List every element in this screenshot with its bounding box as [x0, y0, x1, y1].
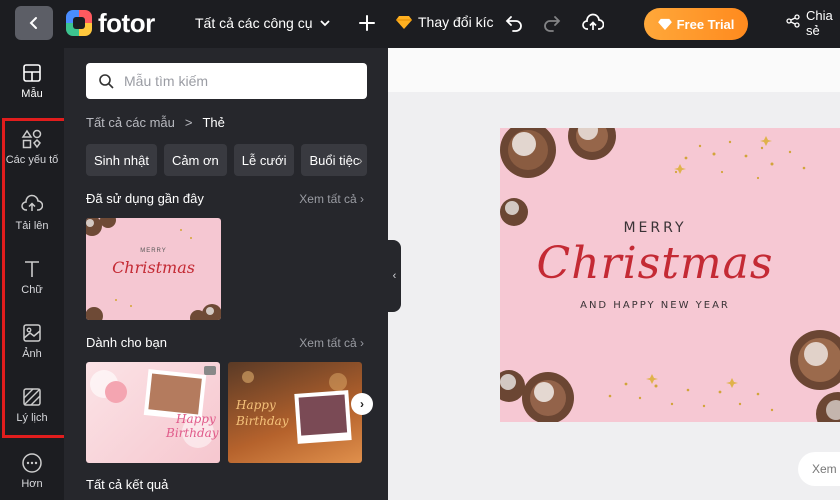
thumb-christmas-line1: MERRY	[140, 248, 167, 254]
rail-item-more[interactable]: Hơn	[0, 452, 64, 490]
redo-icon[interactable]	[542, 13, 562, 33]
share-button[interactable]: Chia sẻ	[786, 8, 833, 38]
workspace-toolbar	[388, 48, 840, 92]
category-chips: Sinh nhật Cảm ơn Lễ cưới Buổi tiệc	[86, 144, 368, 176]
diamond-icon	[396, 16, 412, 29]
chip-wedding[interactable]: Lễ cưới	[233, 144, 295, 176]
share-label-line2: sẻ	[806, 23, 820, 38]
chip-thank-you[interactable]: Cảm ơn	[163, 144, 227, 176]
share-label-line1: Chia	[806, 8, 833, 23]
template-thumb-birthday-2[interactable]: Happy Birthday	[228, 362, 362, 463]
add-icon[interactable]	[356, 12, 378, 34]
for-you-title: Dành cho bạn	[86, 335, 167, 350]
pinecone-top-left	[500, 128, 616, 226]
for-you-see-all-label: Xem tất cả	[299, 336, 357, 350]
for-you-see-all-link[interactable]: Xem tất cả ›	[299, 336, 364, 350]
all-tools-menu[interactable]: Tất cả các công cụ	[195, 15, 331, 31]
rail-highlight-box	[2, 118, 68, 438]
cloud-upload-icon[interactable]	[582, 12, 604, 34]
search-box[interactable]	[86, 63, 367, 99]
undo-icon[interactable]	[504, 13, 524, 33]
breadcrumb-separator: >	[184, 115, 193, 130]
resize-button[interactable]: Thay đổi kíc	[396, 14, 493, 30]
all-results-title: Tất cả kết quả	[86, 477, 169, 492]
more-icon	[22, 453, 42, 473]
rail-label-more: Hơn	[21, 478, 43, 490]
fotor-logo[interactable]: fotor	[66, 10, 155, 36]
rail-item-templates[interactable]: Mẫu	[0, 62, 64, 100]
fotor-logo-icon	[66, 10, 92, 36]
recent-see-all-label: Xem tất cả	[299, 192, 357, 206]
breadcrumb-root[interactable]: Tất cả các mẫu	[86, 115, 175, 130]
canvas-text-merry[interactable]: MERRY	[500, 220, 810, 236]
canvas-text-christmas[interactable]: Christmas	[500, 238, 810, 289]
chevron-down-icon	[319, 20, 330, 27]
all-tools-label: Tất cả các công cụ	[195, 15, 313, 31]
breadcrumb: Tất cả các mẫu > Thẻ	[86, 115, 225, 130]
panel-collapse-handle[interactable]: ‹	[388, 240, 401, 312]
canvas-text-new-year[interactable]: AND HAPPY NEW YEAR	[500, 300, 810, 311]
template-thumb-birthday-1[interactable]: Happy Birthday	[86, 362, 220, 463]
pinecone-bottom-right	[500, 330, 840, 422]
thumb-birthday-2-line1: Happy	[236, 398, 276, 412]
zoom-control[interactable]: Xem	[798, 452, 840, 486]
chevron-right-icon[interactable]: ›	[358, 152, 363, 168]
layout-icon	[23, 64, 41, 82]
chevron-left-icon: ‹	[392, 270, 397, 282]
search-input[interactable]	[124, 73, 354, 89]
left-rail: Mẫu Các yếu tố Tải lên Chữ Ảnh Lý lịch H…	[0, 48, 68, 500]
resize-label: Thay đổi kíc	[418, 14, 494, 30]
chevron-left-icon	[29, 17, 37, 29]
thumb-birthday-2-line2: Birthday	[236, 414, 289, 428]
recent-see-all-link[interactable]: Xem tất cả ›	[299, 192, 364, 206]
share-icon	[786, 14, 800, 28]
recent-title: Đã sử dụng gần đây	[86, 191, 204, 206]
thumb-birthday-1-line2: Birthday	[166, 426, 219, 440]
thumb-birthday-1-line1: Happy	[176, 412, 216, 426]
logo-text: fotor	[98, 8, 155, 38]
chevron-right-icon: ›	[360, 397, 364, 411]
back-button[interactable]	[15, 6, 53, 40]
template-thumb-christmas[interactable]: MERRY Christmas	[86, 218, 221, 320]
search-icon	[99, 74, 114, 89]
chip-birthday[interactable]: Sinh nhật	[86, 144, 157, 176]
share-label: Chia sẻ	[806, 8, 833, 38]
rail-label-templates: Mẫu	[21, 88, 43, 100]
free-trial-label: Free Trial	[676, 16, 735, 32]
canvas-workspace: MERRY Christmas AND HAPPY NEW YEAR Xem	[388, 48, 840, 500]
templates-panel: Tất cả các mẫu > Thẻ Sinh nhật Cảm ơn Lễ…	[64, 48, 388, 500]
free-trial-button[interactable]: Free Trial	[644, 8, 748, 40]
carousel-next-button[interactable]: ›	[351, 393, 373, 415]
breadcrumb-current: Thẻ	[202, 115, 225, 130]
thumb-christmas-line2: Christmas	[112, 258, 195, 277]
zoom-label: Xem	[812, 462, 837, 476]
design-canvas[interactable]: MERRY Christmas AND HAPPY NEW YEAR	[500, 128, 840, 422]
thumb-birthday-2-art	[242, 371, 352, 444]
diamond-icon	[657, 18, 672, 30]
top-bar: fotor Tất cả các công cụ Thay đổi kíc Fr…	[0, 0, 840, 48]
